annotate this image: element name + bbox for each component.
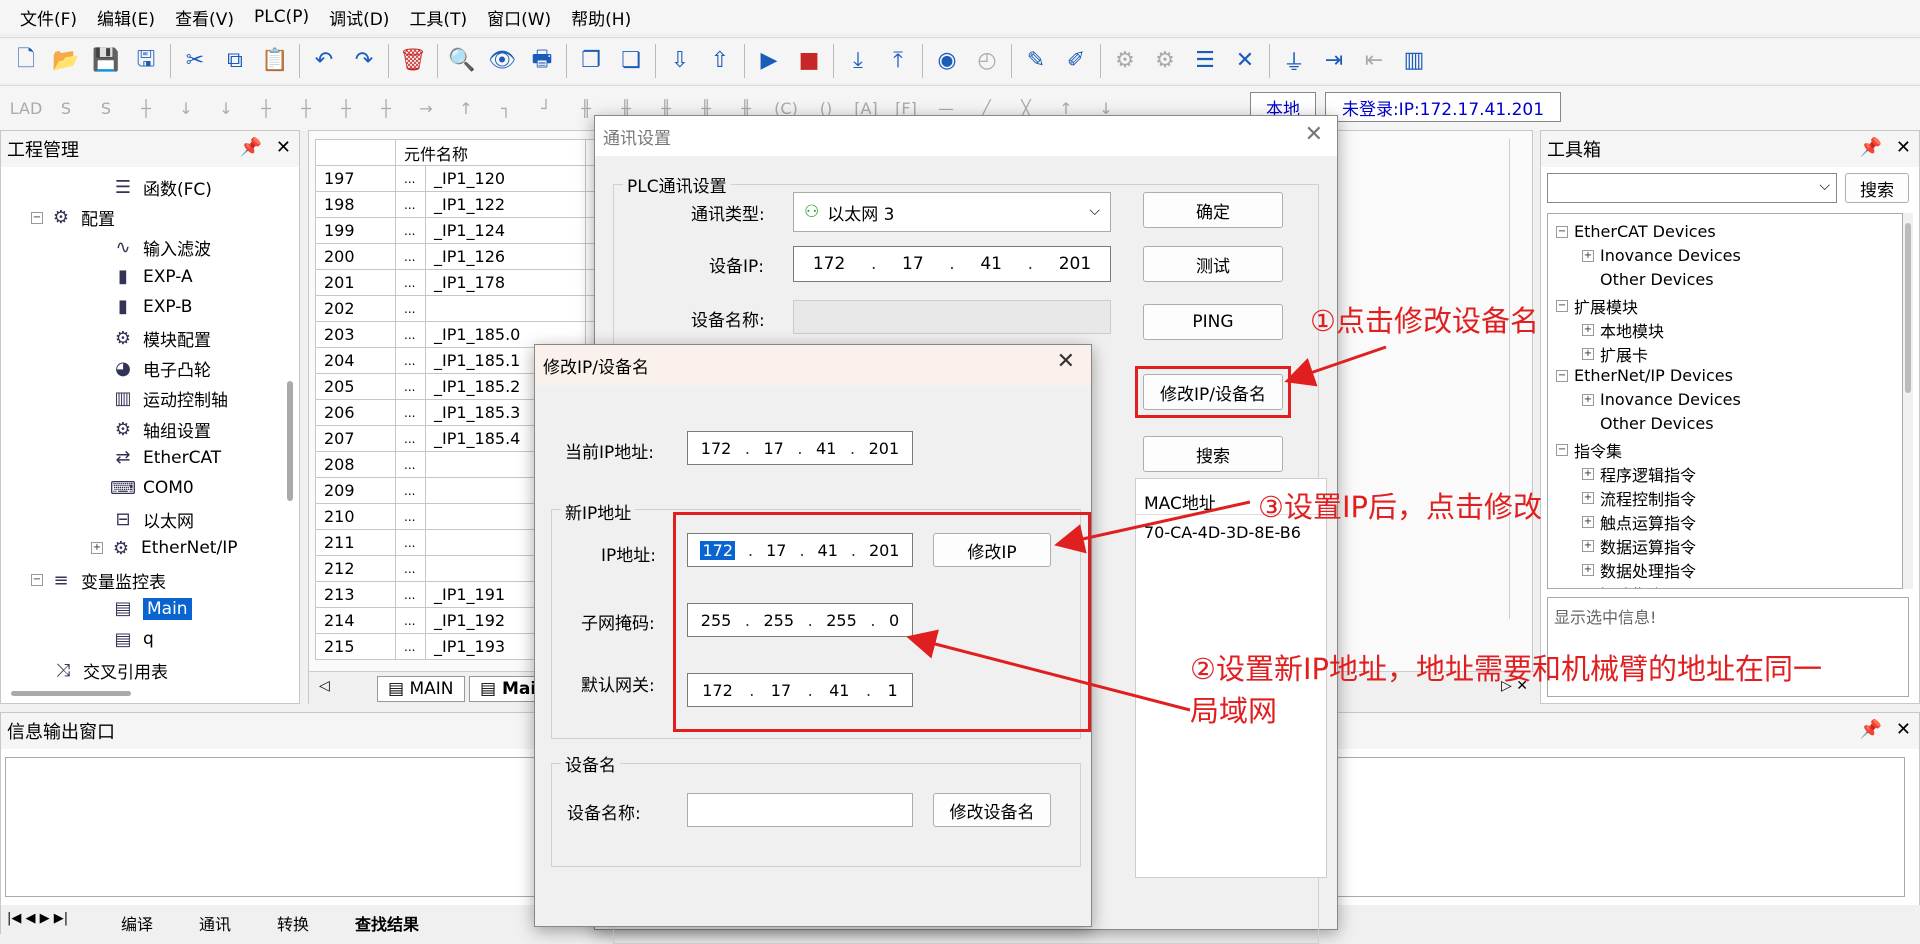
arrow-2 (906, 629, 1191, 712)
arrow-3 (1054, 500, 1251, 554)
annotation-step3: ③设置IP后，点击修改 (1258, 490, 1543, 524)
annotation-step1: ①点击修改设备名 (1310, 304, 1539, 338)
annotation-step2-line1: ②设置新IP地址，地址需要和机械臂的地址在同一 (1190, 652, 1823, 686)
annotation-arrows (906, 345, 1387, 712)
annotation-step2-line2: 局域网 (1190, 694, 1278, 728)
arrow-1 (1284, 345, 1387, 387)
